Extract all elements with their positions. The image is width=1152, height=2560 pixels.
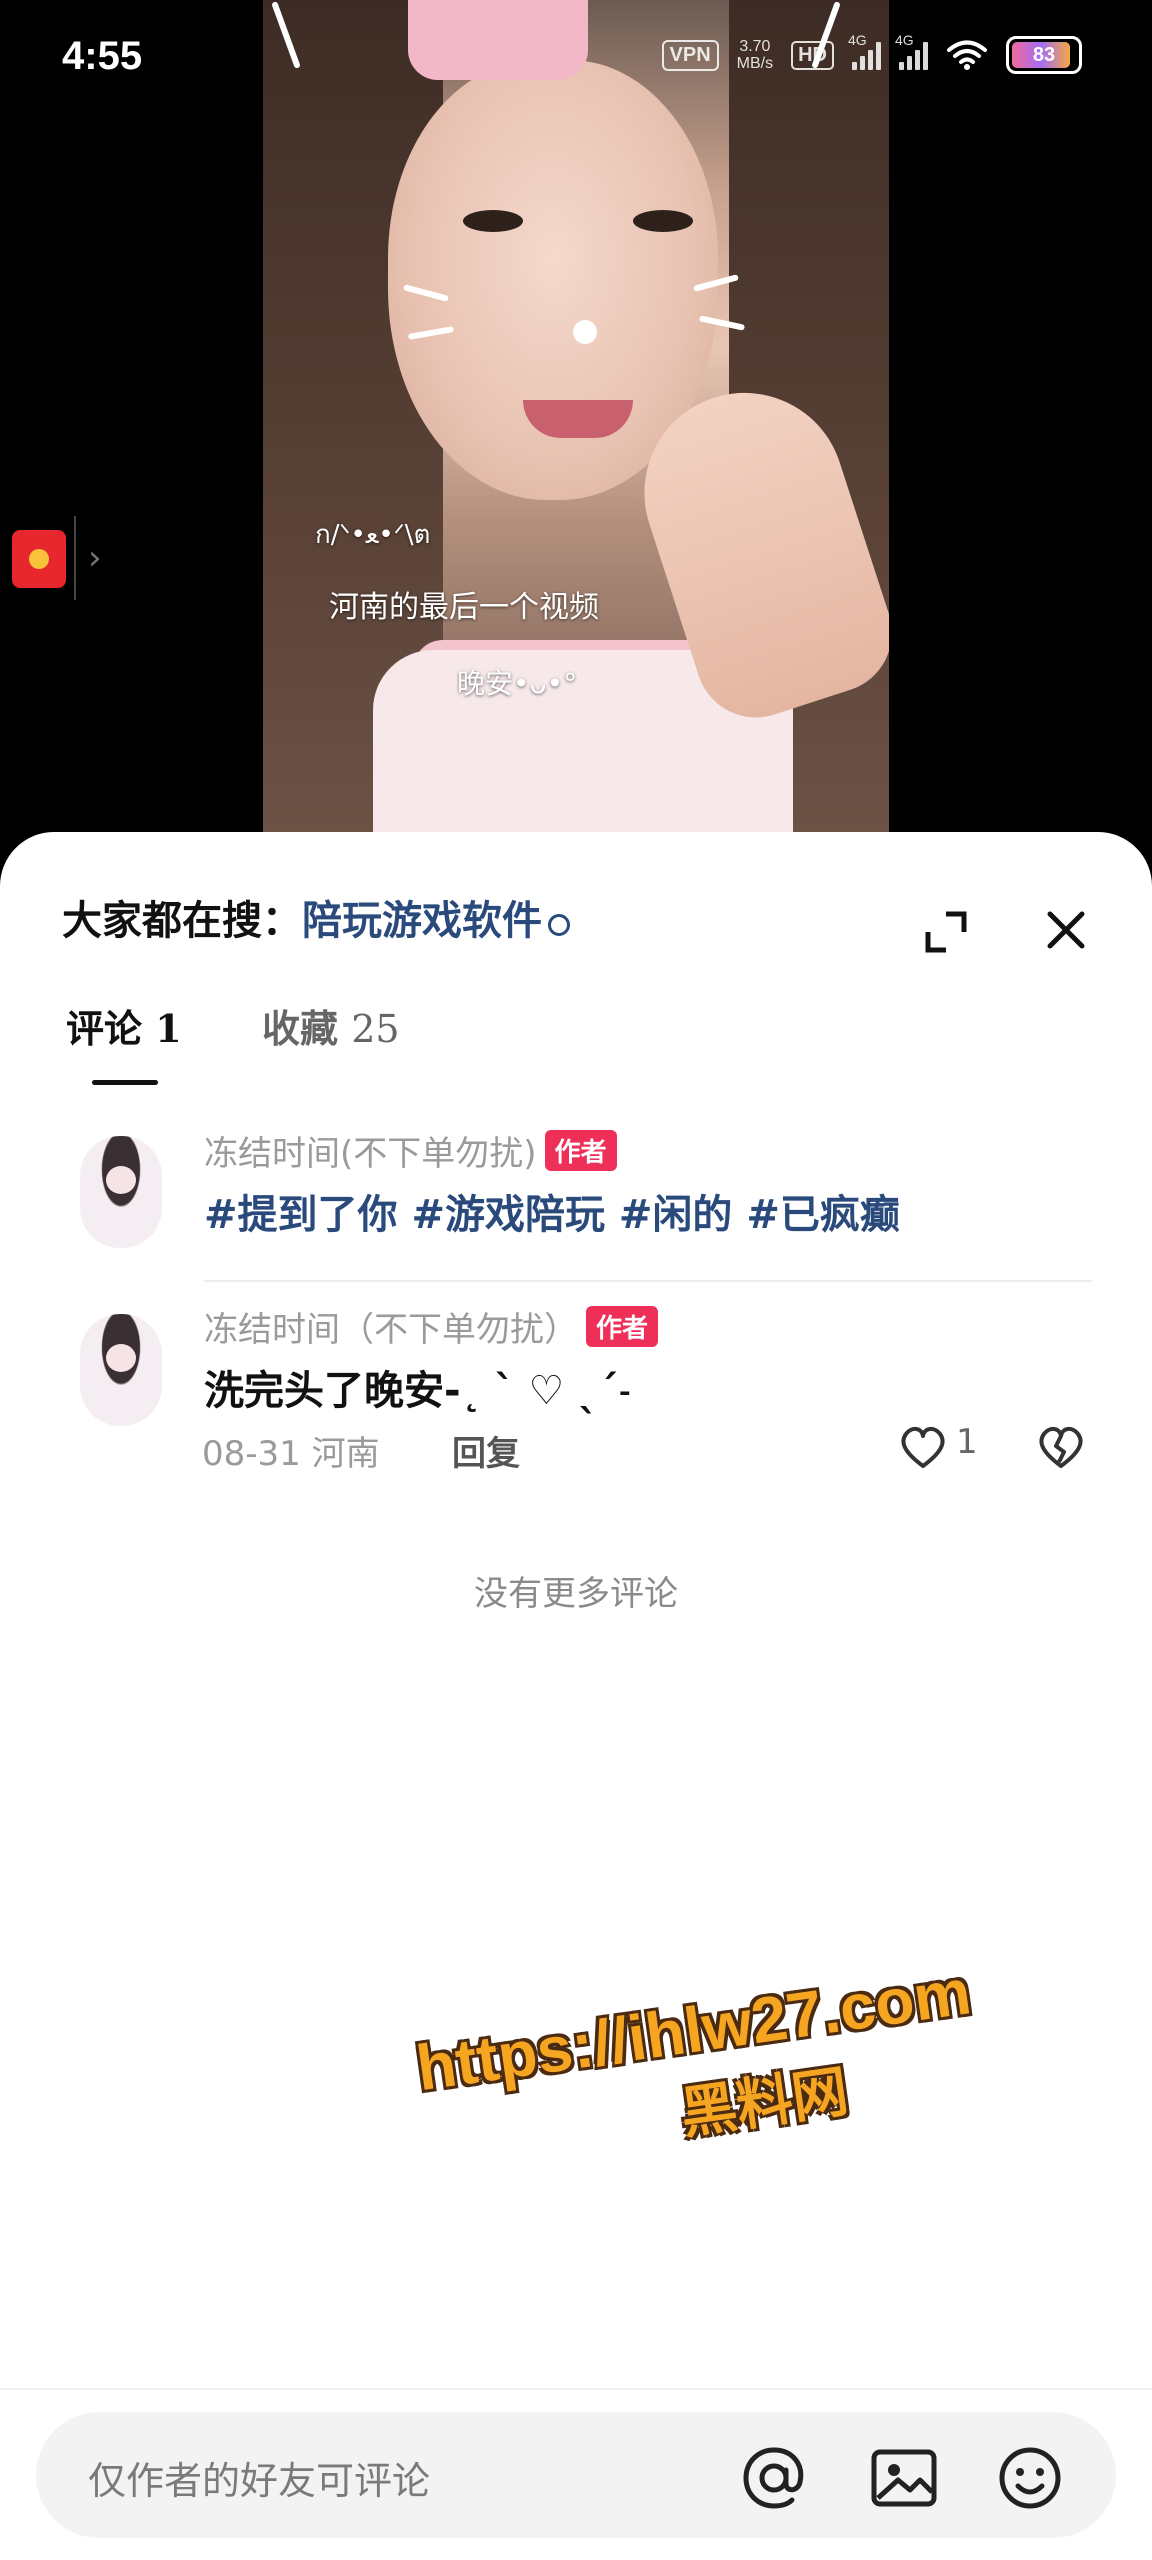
search-suggestion[interactable]: 大家都在搜：陪玩游戏软件 bbox=[62, 888, 570, 946]
like-heart-icon[interactable] bbox=[898, 1422, 998, 1472]
wifi-icon bbox=[947, 40, 987, 70]
comment-text[interactable]: 洗完头了晚安-˛ ˋ ♡ ˎˊ˗ bbox=[204, 1358, 631, 1416]
signal-icon-2: 4G bbox=[895, 32, 928, 70]
network-type-label-2: 4G bbox=[895, 32, 914, 48]
tab-comments-label: 评论 bbox=[66, 1007, 143, 1051]
tab-favorites-count: 25 bbox=[351, 1007, 400, 1051]
tab-favorites-label: 收藏 bbox=[262, 1007, 339, 1051]
network-type-label: 4G bbox=[848, 32, 867, 48]
network-speed: 3.70 MB/s bbox=[737, 38, 773, 72]
tab-active-indicator bbox=[92, 1080, 158, 1085]
emoji-icon[interactable] bbox=[992, 2440, 1068, 2516]
comment-sheet: 大家都在搜：陪玩游戏软件 评论 1 收藏 25 冻结时间(不下单勿扰) 作者 #提… bbox=[0, 832, 1152, 2560]
signal-icon: 4G bbox=[848, 32, 881, 70]
avatar[interactable] bbox=[80, 1136, 162, 1248]
hd-icon: HD bbox=[791, 40, 834, 70]
status-icons: VPN 3.70 MB/s HD 4G 4G 83 bbox=[661, 32, 1082, 74]
comment-input-placeholder: 仅作者的好友可评论 bbox=[88, 2459, 431, 2503]
red-packet-icon[interactable] bbox=[12, 530, 66, 588]
status-bar: 4:55 VPN 3.70 MB/s HD 4G 4G 83 bbox=[0, 0, 1152, 120]
red-packet-coin bbox=[29, 549, 49, 569]
video-caption-goodnight: 晚安•ᴗ•° bbox=[457, 667, 578, 700]
battery-icon: 83 bbox=[1006, 36, 1082, 74]
video-filter-nose bbox=[573, 320, 597, 344]
search-icon bbox=[548, 914, 570, 936]
battery-level: 83 bbox=[1032, 43, 1056, 66]
tab-comments-count: 1 bbox=[155, 1006, 182, 1051]
reply-button[interactable]: 回复 bbox=[452, 1426, 520, 1475]
avatar[interactable] bbox=[80, 1314, 162, 1426]
status-time: 4:55 bbox=[62, 34, 143, 78]
video-caption-kaomoji: ก/ᐠ•ﻌ•ᐟ\ต bbox=[315, 520, 431, 550]
network-speed-unit: MB/s bbox=[736, 55, 774, 72]
at-icon[interactable] bbox=[736, 2440, 812, 2516]
comment-username-text: 冻结时间(不下单勿扰) bbox=[204, 1134, 537, 1174]
search-suggestion-keyword[interactable]: 陪玩游戏软件 bbox=[302, 898, 542, 944]
video-eye-right bbox=[633, 210, 693, 232]
expand-icon[interactable] bbox=[916, 902, 976, 962]
image-icon[interactable] bbox=[866, 2440, 942, 2516]
tab-favorites[interactable]: 收藏 25 bbox=[262, 998, 400, 1053]
red-packet-divider bbox=[74, 516, 76, 600]
video-caption-main: 河南的最后一个视频 bbox=[329, 590, 599, 625]
no-more-comments: 没有更多评论 bbox=[474, 1574, 678, 1614]
author-badge: 作者 bbox=[586, 1306, 659, 1347]
chevron-right-icon[interactable]: › bbox=[88, 538, 102, 578]
watermark: https://ihlw27.com 黑料网 bbox=[412, 1954, 986, 2185]
vpn-icon: VPN bbox=[661, 39, 719, 71]
tab-comments[interactable]: 评论 1 bbox=[66, 998, 182, 1053]
comment-input-bar: 仅作者的好友可评论 bbox=[0, 2388, 1152, 2560]
comment-divider bbox=[204, 1280, 1092, 1282]
comment-username[interactable]: 冻结时间(不下单勿扰) 作者 bbox=[204, 1126, 617, 1175]
like-count: 1 bbox=[956, 1422, 978, 1462]
search-suggestion-prefix: 大家都在搜： bbox=[62, 898, 302, 944]
comment-item: 冻结时间（不下单勿扰） 作者 洗完头了晚安-˛ ˋ ♡ ˎˊ˗ 08-31 河南 … bbox=[0, 1302, 1152, 1482]
comment-item: 冻结时间(不下单勿扰) 作者 #提到了你 #游戏陪玩 #闲的 #已疯癫 bbox=[0, 1126, 1152, 1316]
network-speed-value: 3.70 bbox=[739, 38, 771, 55]
video-eye-left bbox=[463, 210, 523, 232]
close-icon[interactable] bbox=[1036, 900, 1096, 960]
comment-text[interactable]: #提到了你 #游戏陪玩 #闲的 #已疯癫 bbox=[204, 1182, 900, 1240]
broken-heart-icon[interactable] bbox=[1034, 1422, 1088, 1472]
comment-username-text: 冻结时间（不下单勿扰） bbox=[204, 1310, 578, 1350]
comment-date-location: 08-31 河南 bbox=[202, 1434, 380, 1474]
author-badge: 作者 bbox=[544, 1130, 617, 1171]
comment-username[interactable]: 冻结时间（不下单勿扰） 作者 bbox=[204, 1302, 659, 1351]
comment-input[interactable]: 仅作者的好友可评论 bbox=[36, 2412, 1116, 2538]
video-player[interactable]: ก/ᐠ•ﻌ•ᐟ\ต 河南的最后一个视频 晚安•ᴗ•° bbox=[263, 0, 889, 870]
